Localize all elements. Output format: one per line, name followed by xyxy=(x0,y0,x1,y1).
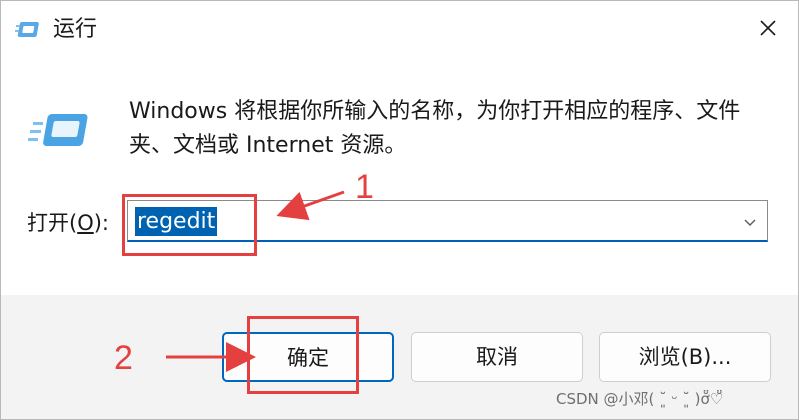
window-title: 运行 xyxy=(53,17,98,42)
annotation-number-2: 2 xyxy=(114,339,133,377)
description-text: Windows 将根据你所输入的名称，为你打开相应的程序、文件夹、文档或 Int… xyxy=(129,99,741,158)
run-dialog-icon xyxy=(27,109,89,157)
open-label: 打开(O): xyxy=(27,211,110,235)
close-icon xyxy=(758,18,778,42)
run-icon xyxy=(15,17,43,43)
close-button[interactable] xyxy=(738,1,798,59)
annotation-box-input xyxy=(122,194,257,256)
chevron-down-icon[interactable] xyxy=(741,213,759,231)
cancel-button[interactable]: 取消 xyxy=(411,332,583,382)
title-bar: 运行 xyxy=(1,1,798,59)
dialog-body: Windows 将根据你所输入的名称，为你打开相应的程序、文件夹、文档或 Int… xyxy=(1,59,798,295)
browse-button[interactable]: 浏览(B)... xyxy=(599,332,771,382)
annotation-number-1: 1 xyxy=(355,168,374,206)
watermark: CSDN @小邓( ˘͈ ᵕ ˘͈ )ơ̆̈♡̆̈ xyxy=(556,390,724,408)
annotation-box-ok xyxy=(247,316,359,394)
